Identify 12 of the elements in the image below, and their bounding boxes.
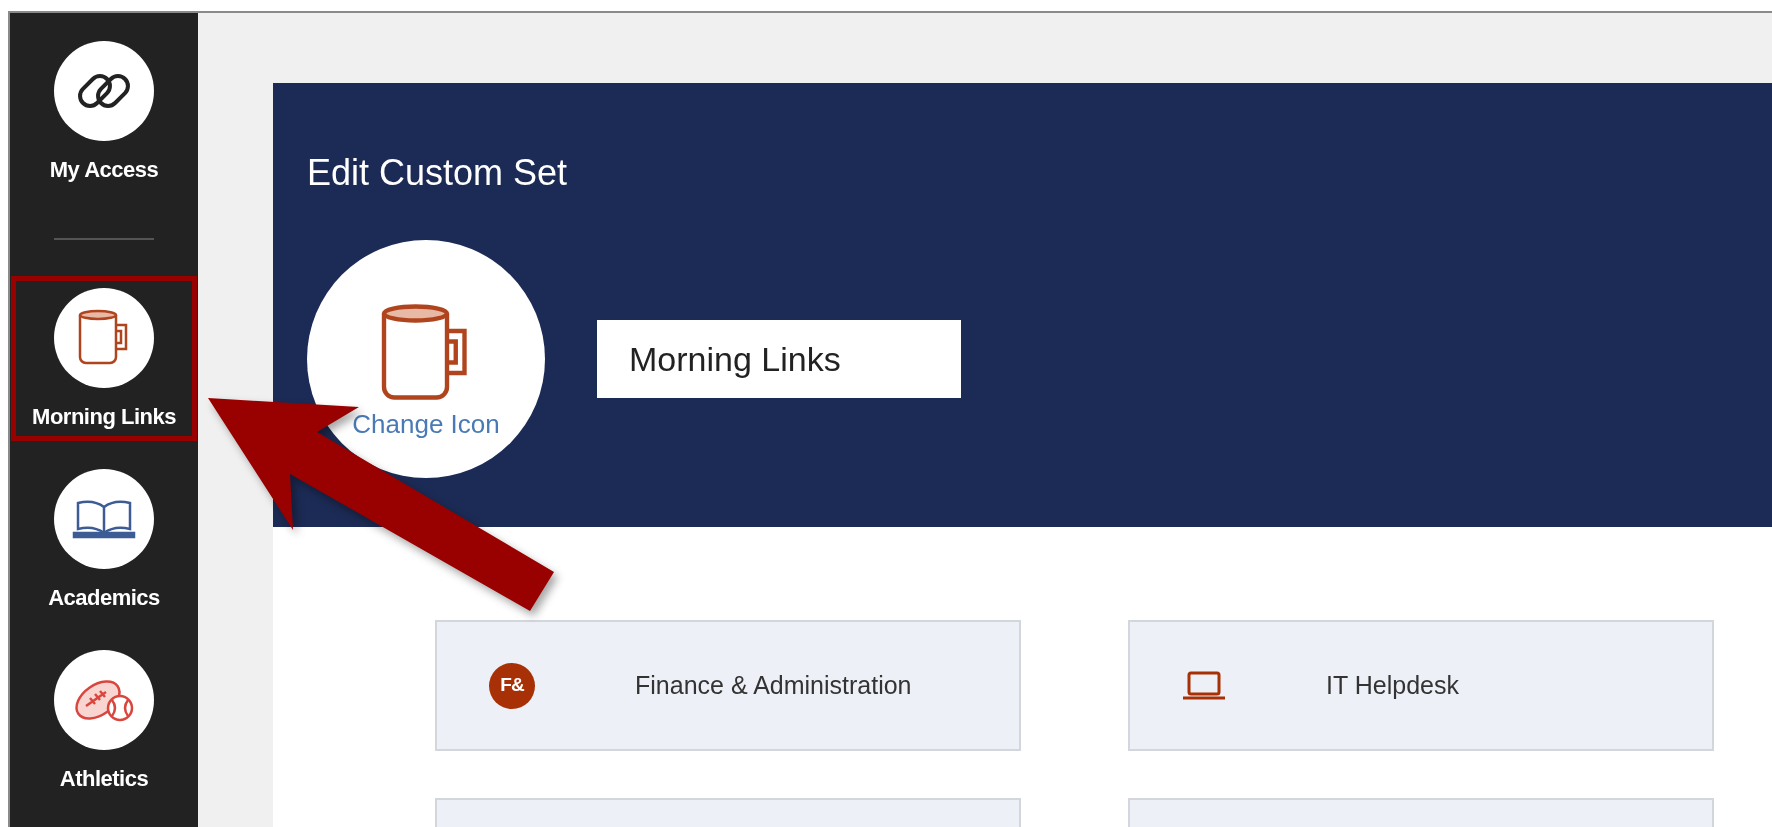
sidebar-item[interactable]: Academics [11,457,197,622]
open-book-icon [72,497,136,541]
laptop-icon [1182,669,1226,702]
change-icon-button[interactable]: Change Icon [307,240,545,479]
link-tile[interactable]: IT Helpdesk [1128,620,1714,751]
sidebar-item[interactable]: Athletics [11,638,197,803]
name-field[interactable]: Morning Links [597,320,961,399]
page-title: Edit Custom Set [307,151,569,195]
sidebar-item[interactable]: My Access [11,29,197,194]
badge-icon: F& [489,662,535,709]
link-tile[interactable]: F& Finance & Administration [435,620,1021,751]
sidebar-item[interactable]: Morning Links [11,276,197,441]
